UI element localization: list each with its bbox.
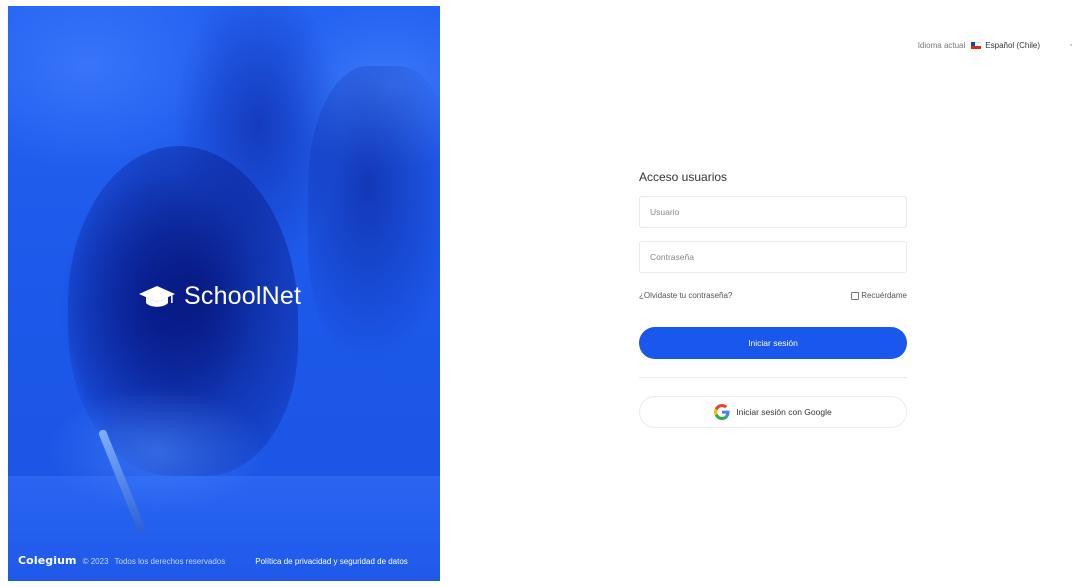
chile-flag-icon [971, 42, 982, 49]
google-login-button[interactable]: Iniciar sesión con Google [639, 396, 907, 428]
login-button[interactable]: Iniciar sesión [639, 327, 907, 359]
hero-panel: SchoolNet Colegium © 2023 Todos los dere… [8, 6, 440, 581]
copyright-text: © 2023 [82, 557, 109, 566]
login-title: Acceso usuarios [639, 170, 728, 184]
password-input[interactable] [639, 241, 907, 273]
google-login-label: Iniciar sesión con Google [736, 407, 832, 417]
remember-me-label: Recuérdame [861, 291, 907, 300]
hero-image-shadow [308, 66, 440, 366]
language-value: Español (Chile) [985, 41, 1040, 50]
language-selector[interactable]: Idioma actual Español (Chile) [918, 41, 1040, 50]
decorative-dot [1070, 44, 1072, 46]
schoolnet-logo: SchoolNet [138, 282, 301, 311]
graduation-cap-icon [139, 285, 175, 307]
google-icon [714, 404, 730, 420]
colegium-logo: Colegium [18, 554, 77, 567]
login-form: Acceso usuarios ¿Olvidaste tu contraseña… [639, 170, 907, 428]
username-input[interactable] [639, 196, 907, 228]
forgot-password-link[interactable]: ¿Olvidaste tu contraseña? [639, 291, 732, 300]
login-options-row: ¿Olvidaste tu contraseña? Recuérdame [639, 291, 907, 300]
hero-footer: Colegium © 2023 Todos los derechos reser… [18, 554, 408, 567]
rights-text: Todos los derechos reservados [114, 557, 226, 566]
checkbox-box[interactable] [851, 291, 860, 300]
brand-name: SchoolNet [184, 282, 302, 310]
remember-me-checkbox[interactable]: Recuérdame [851, 291, 907, 300]
divider [639, 377, 907, 378]
privacy-policy-link[interactable]: Política de privacidad y seguridad de da… [255, 557, 408, 566]
language-label: Idioma actual [917, 41, 966, 50]
